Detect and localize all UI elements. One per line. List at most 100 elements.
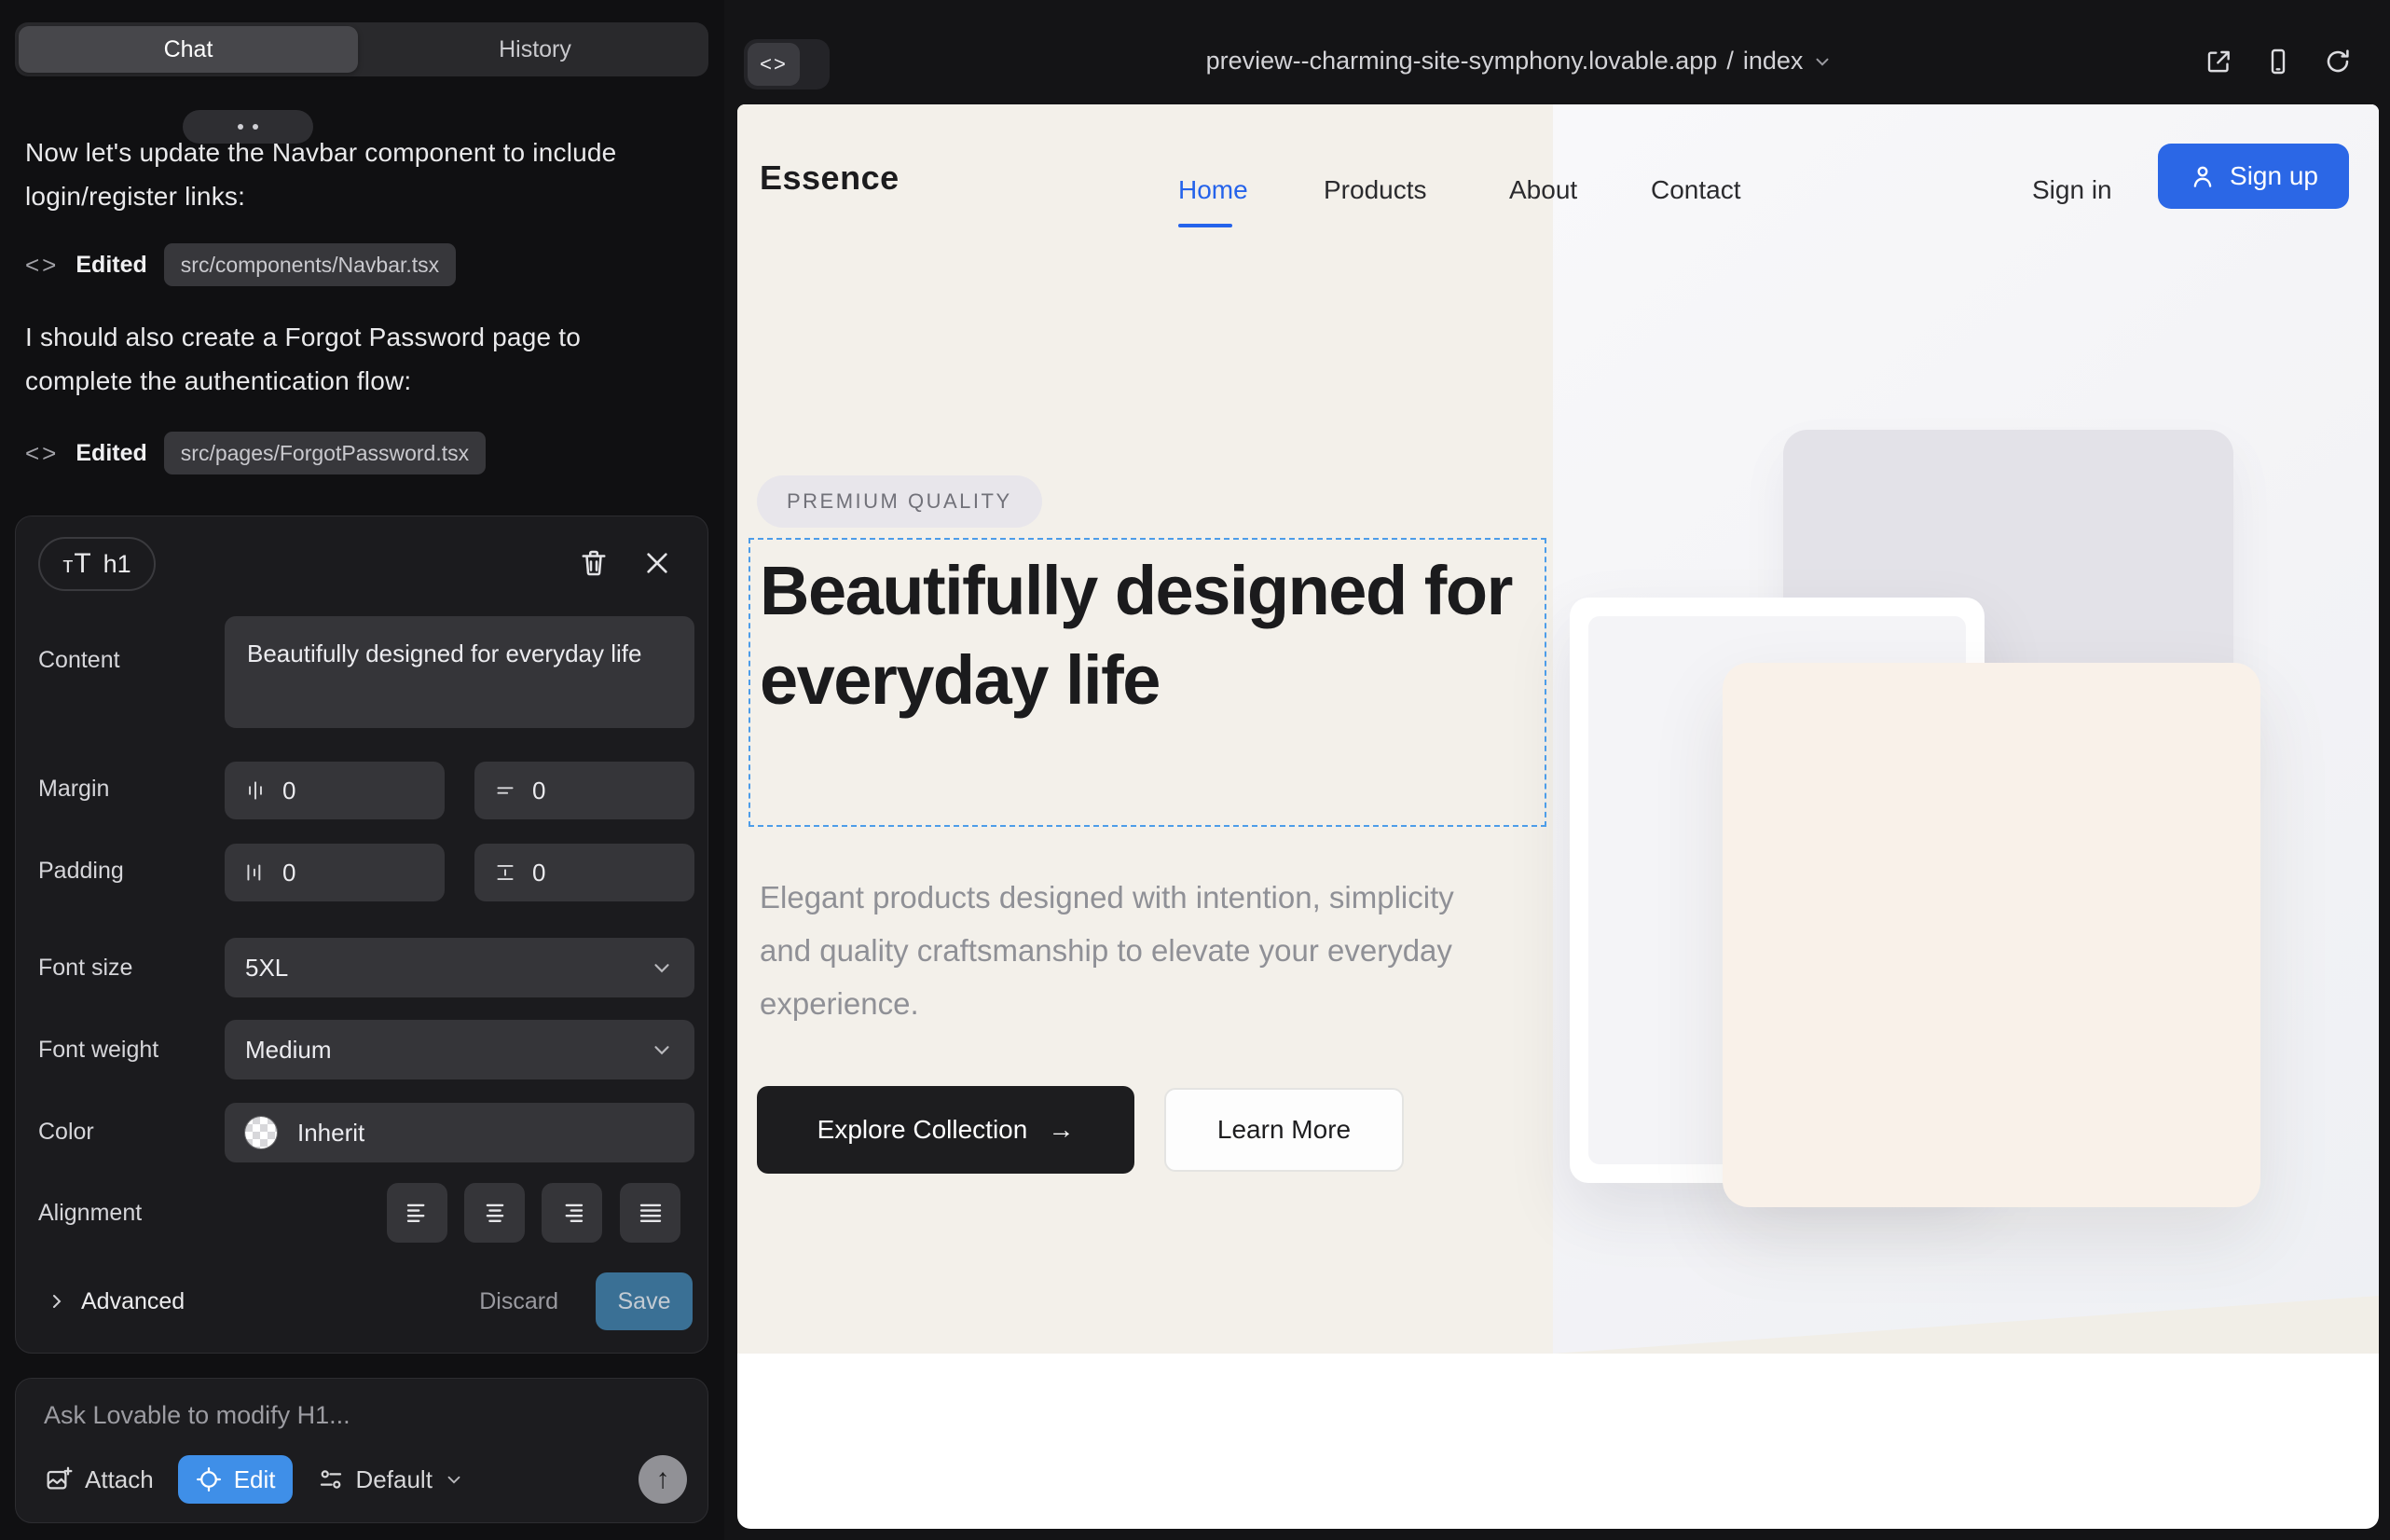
code-icon: <> xyxy=(25,251,59,280)
font-weight-value: Medium xyxy=(245,1036,331,1065)
element-editor-panel: тT h1 Content Beautifully designed for e… xyxy=(15,516,708,1354)
padding-y-input[interactable] xyxy=(532,859,644,887)
content-label: Content xyxy=(38,647,120,674)
edited-file-row: <> Edited src/pages/ForgotPassword.tsx xyxy=(25,431,486,475)
chevron-down-icon xyxy=(444,1469,464,1490)
close-icon xyxy=(642,548,672,578)
sliders-icon xyxy=(317,1465,345,1493)
delete-element-button[interactable] xyxy=(577,546,611,580)
decor-card-beige xyxy=(1723,663,2260,1207)
align-left-icon xyxy=(404,1199,432,1227)
tab-history[interactable]: History xyxy=(365,26,705,73)
margin-vertical-icon xyxy=(493,778,517,803)
margin-label: Margin xyxy=(38,776,109,803)
padding-y-field[interactable] xyxy=(474,844,694,901)
color-value: Inherit xyxy=(297,1119,364,1148)
code-preview-toggle[interactable]: <> xyxy=(744,39,830,89)
explore-label: Explore Collection xyxy=(817,1115,1028,1145)
site-logo[interactable]: Essence xyxy=(760,158,900,198)
prompt-input[interactable] xyxy=(44,1401,678,1430)
signup-button[interactable]: Sign up xyxy=(2158,144,2349,209)
chevron-down-icon xyxy=(1812,51,1833,72)
code-icon: <> xyxy=(760,52,788,76)
open-external-icon[interactable] xyxy=(2204,47,2233,76)
color-label: Color xyxy=(38,1119,94,1146)
nav-link-contact[interactable]: Contact xyxy=(1651,175,1741,205)
prompt-box: Attach Edit Default ↑ xyxy=(15,1378,708,1523)
nav-link-products[interactable]: Products xyxy=(1324,175,1427,205)
url-bar[interactable]: preview--charming-site-symphony.lovable.… xyxy=(839,47,2200,76)
align-right-button[interactable] xyxy=(542,1183,602,1243)
align-center-icon xyxy=(481,1199,509,1227)
edited-label: Edited xyxy=(76,440,146,467)
code-view-button[interactable]: <> xyxy=(748,43,800,86)
close-panel-button[interactable] xyxy=(642,548,676,582)
preview-page-name: index xyxy=(1743,47,1804,76)
margin-y-field[interactable] xyxy=(474,762,694,819)
mobile-view-icon[interactable] xyxy=(2263,47,2293,76)
signup-label: Sign up xyxy=(2230,161,2318,191)
signin-link[interactable]: Sign in xyxy=(2032,175,2112,205)
hero-heading[interactable]: Beautifully designed for everyday life xyxy=(760,546,1543,725)
mode-select[interactable]: Default xyxy=(317,1465,464,1494)
edit-label: Edit xyxy=(234,1465,276,1494)
margin-x-input[interactable] xyxy=(282,777,394,805)
font-weight-select[interactable]: Medium xyxy=(225,1020,694,1079)
padding-x-input[interactable] xyxy=(282,859,394,887)
editor-footer: Advanced Discard Save xyxy=(46,1272,693,1330)
quality-badge: PREMIUM QUALITY xyxy=(757,475,1042,528)
send-button[interactable]: ↑ xyxy=(639,1455,687,1504)
padding-vertical-icon xyxy=(493,860,517,885)
align-justify-button[interactable] xyxy=(620,1183,680,1243)
chevron-down-icon xyxy=(650,956,674,980)
color-swatch xyxy=(245,1117,277,1148)
mode-label: Default xyxy=(356,1465,433,1494)
prompt-toolbar: Attach Edit Default ↑ xyxy=(44,1455,687,1504)
padding-x-field[interactable] xyxy=(225,844,445,901)
save-button[interactable]: Save xyxy=(596,1272,693,1330)
advanced-toggle[interactable]: Advanced xyxy=(46,1288,185,1315)
margin-x-field[interactable] xyxy=(225,762,445,819)
chevron-right-icon xyxy=(46,1290,68,1313)
element-tag: h1 xyxy=(103,550,131,579)
user-icon xyxy=(2189,162,2217,190)
discard-button[interactable]: Discard xyxy=(479,1288,558,1315)
align-left-button[interactable] xyxy=(387,1183,447,1243)
chat-message: I should also create a Forgot Password p… xyxy=(25,315,689,403)
edited-file-row: <> Edited src/components/Navbar.tsx xyxy=(25,242,456,287)
refresh-icon[interactable] xyxy=(2323,47,2353,76)
font-size-value: 5XL xyxy=(245,954,288,983)
hero-paragraph: Elegant products designed with intention… xyxy=(760,871,1505,1030)
margin-horizontal-icon xyxy=(243,778,268,803)
edited-file-chip[interactable]: src/components/Navbar.tsx xyxy=(164,243,456,286)
font-size-select[interactable]: 5XL xyxy=(225,938,694,997)
app-window: Chat History Now let's update the Navbar… xyxy=(0,0,2390,1540)
target-icon xyxy=(195,1465,223,1493)
font-size-label: Font size xyxy=(38,955,132,982)
chevron-down-icon xyxy=(650,1038,674,1062)
nav-active-underline xyxy=(1178,224,1232,227)
align-center-button[interactable] xyxy=(464,1183,525,1243)
margin-y-input[interactable] xyxy=(532,777,644,805)
nav-link-about[interactable]: About xyxy=(1509,175,1577,205)
chat-message: Now let's update the Navbar component to… xyxy=(25,131,689,218)
nav-link-home[interactable]: Home xyxy=(1178,175,1248,205)
advanced-label: Advanced xyxy=(81,1288,185,1315)
explore-collection-button[interactable]: Explore Collection → xyxy=(757,1086,1134,1174)
color-select[interactable]: Inherit xyxy=(225,1103,694,1162)
alignment-label: Alignment xyxy=(38,1200,142,1227)
site-page: Essence Home Products About Contact Sign… xyxy=(737,104,2379,1529)
padding-horizontal-icon xyxy=(243,860,268,885)
edit-mode-button[interactable]: Edit xyxy=(178,1455,293,1504)
tab-chat[interactable]: Chat xyxy=(19,26,358,73)
url-separator: / xyxy=(1726,47,1734,76)
arrow-right-icon: → xyxy=(1048,1115,1074,1145)
font-weight-label: Font weight xyxy=(38,1037,158,1064)
edited-file-chip[interactable]: src/pages/ForgotPassword.tsx xyxy=(164,432,486,474)
learn-more-button[interactable]: Learn More xyxy=(1164,1088,1404,1172)
arrow-up-icon: ↑ xyxy=(656,1464,670,1495)
attach-button[interactable]: Attach xyxy=(44,1464,154,1494)
element-tag-pill[interactable]: тT h1 xyxy=(38,537,156,591)
browser-actions xyxy=(2204,47,2353,76)
content-input[interactable]: Beautifully designed for everyday life xyxy=(225,616,694,728)
